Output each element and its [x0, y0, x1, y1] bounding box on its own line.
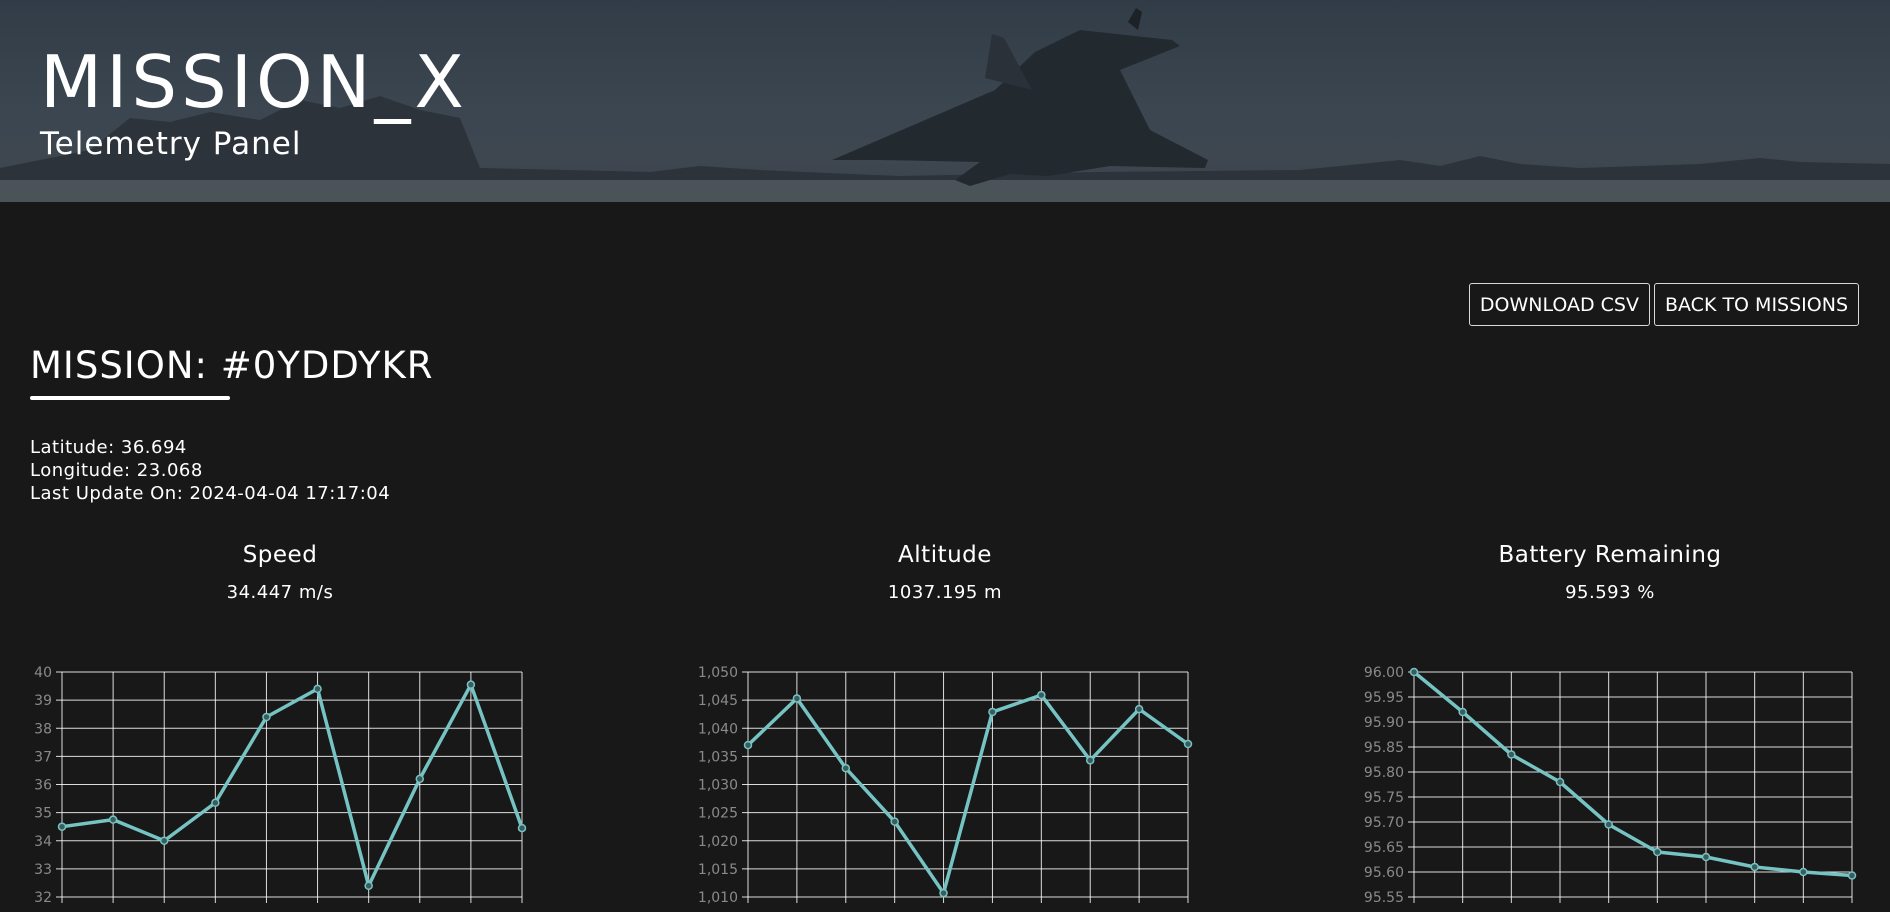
altitude-data-point	[1134, 704, 1144, 714]
battery-y-tick-label: 95.65	[1364, 840, 1404, 856]
altitude-data-point	[988, 707, 997, 717]
speed-data-point	[108, 815, 118, 824]
toolbar: DOWNLOAD CSV BACK TO MISSIONS	[1468, 283, 1859, 326]
speed-y-tick-label: 37	[34, 749, 52, 765]
battery-data-point	[1604, 820, 1613, 829]
header-banner: MISSION_X Telemetry Panel	[0, 0, 1890, 202]
altitude-chart: 1,010 1,015 1,020 1,025 1,030 1,035 1,040 1,045…	[698, 665, 1193, 906]
back-to-missions-button[interactable]: BACK TO MISSIONS	[1653, 283, 1859, 326]
speed-data-point	[313, 684, 322, 694]
altitude-y-tick-label: 1,045	[698, 693, 738, 709]
altitude-data-point	[743, 740, 753, 750]
speed-data-point	[57, 822, 67, 831]
battery-data-point	[1750, 862, 1759, 872]
battery-value: 95.593 %	[1565, 582, 1655, 603]
speed-data-point	[415, 774, 425, 784]
mission-info: Latitude: 36.694 Longitude: 23.068 Last …	[30, 436, 390, 505]
battery-data-point	[1701, 852, 1711, 862]
battery-data-point	[1799, 867, 1808, 877]
battery-chart-title: Battery Remaining	[1498, 542, 1722, 568]
speed-data-point	[517, 823, 527, 833]
battery-data-point	[1458, 707, 1467, 717]
battery-y-tick-label: 95.55	[1364, 890, 1404, 906]
battery-y-tick-label: 95.60	[1364, 865, 1404, 881]
altitude-y-tick-label: 1,040	[698, 721, 738, 737]
mission-title: MISSION: #0YDDYKR	[30, 344, 434, 400]
battery-y-tick-label: 95.70	[1364, 815, 1404, 831]
battery-y-tick-label: 96.00	[1364, 665, 1404, 681]
speed-chart-title: Speed	[242, 542, 318, 568]
altitude-y-tick-label: 1,025	[698, 806, 738, 822]
app-subtitle: Telemetry Panel	[40, 126, 302, 162]
mission-id: #0YDDYKR	[220, 344, 434, 387]
altitude-y-tick-label: 1,030	[698, 778, 738, 794]
longitude-text: Longitude: 23.068	[30, 460, 203, 481]
speed-series-line	[61, 682, 524, 888]
speed-chart: 32 33 34 35 36 37 38 39 40	[34, 665, 527, 906]
altitude-series-line	[746, 693, 1190, 895]
altitude-y-tick-label: 1,010	[698, 890, 738, 906]
battery-data-point	[1507, 750, 1516, 759]
speed-data-point	[211, 798, 220, 808]
speed-y-tick-label: 34	[34, 834, 52, 850]
speed-y-tick-label: 32	[34, 890, 52, 906]
mission-label: MISSION:	[30, 344, 221, 387]
speed-value: 34.447 m/s	[226, 582, 334, 603]
battery-chart: 95.55 95.60 95.65 95.70 95.75 95.80 95.85 95.90…	[1364, 665, 1857, 906]
battery-data-point	[1847, 871, 1857, 880]
altitude-data-point	[1037, 690, 1046, 700]
latitude-text: Latitude: 36.694	[30, 437, 187, 458]
speed-y-tick-label: 33	[34, 862, 52, 878]
altitude-value: 1037.195 m	[887, 582, 1003, 603]
last-update-text: Last Update On: 2024-04-04 17:17:04	[30, 483, 391, 504]
speed-y-tick-label: 35	[34, 806, 52, 822]
speed-y-tick-label: 39	[34, 693, 52, 709]
altitude-data-point	[841, 763, 851, 773]
battery-data-point	[1555, 777, 1565, 787]
battery-y-tick-label: 95.90	[1364, 715, 1404, 731]
speed-data-point	[159, 836, 169, 845]
title-underline	[30, 396, 230, 400]
altitude-data-point	[1085, 756, 1095, 765]
battery-data-point	[1409, 667, 1419, 677]
speed-data-point	[262, 712, 271, 722]
speed-data-point	[364, 881, 373, 890]
altitude-data-point	[890, 817, 899, 826]
altitude-data-point	[939, 888, 948, 898]
altitude-y-tick-label: 1,050	[698, 665, 738, 681]
app-title: MISSION_X	[40, 40, 468, 124]
speed-y-tick-label: 36	[34, 778, 52, 794]
altitude-data-point	[1183, 739, 1193, 749]
altitude-y-tick-label: 1,015	[698, 862, 738, 878]
altitude-y-tick-label: 1,035	[698, 749, 738, 765]
altitude-chart-title: Altitude	[898, 542, 992, 568]
battery-data-point	[1653, 847, 1662, 857]
download-csv-button[interactable]: DOWNLOAD CSV	[1468, 283, 1650, 326]
speed-y-tick-label: 40	[34, 665, 52, 681]
altitude-y-tick-label: 1,020	[698, 834, 738, 850]
battery-y-tick-label: 95.75	[1364, 790, 1404, 806]
altitude-data-point	[792, 694, 802, 703]
battery-y-tick-label: 95.95	[1364, 690, 1404, 706]
battery-y-tick-label: 95.85	[1364, 740, 1404, 756]
battery-y-tick-label: 95.80	[1364, 765, 1404, 781]
battery-series-line	[1412, 670, 1853, 878]
speed-data-point	[466, 680, 476, 689]
speed-y-tick-label: 38	[34, 721, 52, 737]
